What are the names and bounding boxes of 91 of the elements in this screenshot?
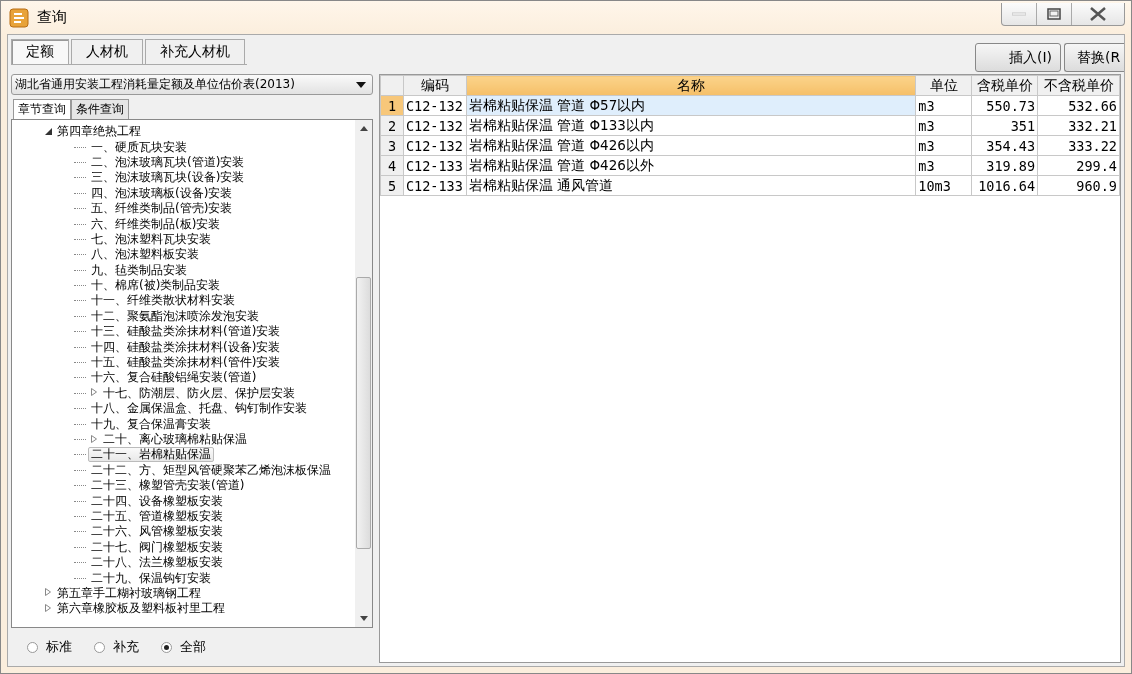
scrollbar[interactable] [355,120,372,627]
tree-item[interactable]: 一、硬质瓦块安装 [88,139,190,155]
tree-item[interactable]: 二十七、阀门橡塑板安装 [88,539,226,555]
table-cell: 332.21 [1037,115,1120,136]
table-cell: 10m3 [915,175,972,196]
scroll-down-icon[interactable] [359,616,368,621]
table-cell: 岩棉粘贴保温 管道 Φ426以内 [466,135,916,156]
tab[interactable]: 人材机 [71,39,143,64]
tree-item[interactable]: 三、泡沫玻璃瓦块(设备)安装 [88,170,248,186]
tree-item[interactable]: 五、纤维类制品(管壳)安装 [88,201,236,217]
table-cell: m3 [915,155,972,176]
maximize-icon [1047,8,1061,20]
insert-button[interactable]: 插入(I) [975,43,1061,72]
tree-item[interactable]: 八、泡沫塑料板安装 [88,247,202,263]
table-cell: 1016.64 [971,175,1038,196]
tree-item[interactable]: 二十六、风管橡塑板安装 [88,524,226,540]
column-header[interactable]: 编码 [403,75,467,96]
table-cell: m3 [915,95,972,116]
column-header[interactable]: 单位 [915,75,972,96]
column-header[interactable]: 名称 [466,75,916,96]
table-cell: 319.89 [971,155,1038,176]
library-value: 湖北省通用安装工程消耗量定额及单位估价表(2013) [15,76,296,93]
table-cell: C12-133 [403,175,467,196]
table-cell: 299.4 [1037,155,1120,176]
window-title: 查询 [37,8,67,27]
tree-item[interactable]: 十六、复合硅酸铝绳安装(管道) [88,370,260,386]
tree-item[interactable]: 七、泡沫塑料瓦块安装 [88,231,214,247]
tree-item[interactable]: 二、泡沫玻璃瓦块(管道)安装 [88,154,248,170]
tree-item[interactable]: 十七、防潮层、防火层、保护层安装 [100,385,298,401]
tree-item[interactable]: 十四、硅酸盐类涂抹材料(设备)安装 [88,339,284,355]
table-cell: 岩棉粘贴保温 管道 Φ426以外 [466,155,916,176]
replace-button[interactable]: 替换(R [1064,43,1124,72]
tab[interactable]: 定额 [11,39,69,64]
tree-item[interactable]: 二十五、管道橡塑板安装 [88,508,226,524]
table-cell: C12-132 [403,135,467,156]
expand-icon[interactable] [42,603,54,614]
tree-item[interactable]: 二十三、橡塑管壳安装(管道) [88,478,248,494]
tree-item[interactable]: 二十、离心玻璃棉粘贴保温 [100,432,250,447]
table-cell: 960.9 [1037,175,1120,196]
tree-item[interactable]: 九、毡类制品安装 [88,262,190,278]
tree-item[interactable]: 十三、硅酸盐类涂抹材料(管道)安装 [88,324,284,340]
tree-item[interactable]: 十一、纤维类散状材料安装 [88,293,238,309]
tab[interactable]: 条件查询 [71,99,129,119]
column-header[interactable]: 含税单价 [971,75,1038,96]
tree-item[interactable]: 第四章绝热工程 [54,124,144,140]
tab[interactable]: 章节查询 [13,99,71,119]
table-cell: 354.43 [971,135,1038,156]
library-dropdown[interactable]: 湖北省通用安装工程消耗量定额及单位估价表(2013) [11,74,373,95]
tree-item[interactable]: 二十九、保温钩钉安装 [88,570,214,586]
row-number[interactable]: 2 [380,115,404,136]
table-cell: C12-132 [403,115,467,136]
radio-option[interactable]: 全部 [161,638,206,656]
tree-item[interactable]: 二十四、设备橡塑板安装 [88,493,226,509]
expand-icon[interactable] [88,388,100,399]
tree-item[interactable]: 十二、聚氨酯泡沫喷涂发泡安装 [88,308,262,324]
table-cell: 岩棉粘贴保温 管道 Φ133以内 [466,115,916,136]
tree-item[interactable]: 四、泡沫玻璃板(设备)安装 [88,185,236,201]
table-cell: m3 [915,135,972,156]
tree-item[interactable]: 第五章手工糊衬玻璃钢工程 [54,585,204,601]
table-cell: 岩棉粘贴保温 管道 Φ57以内 [466,95,916,116]
table-cell: C12-133 [403,155,467,176]
row-number[interactable]: 5 [380,175,404,196]
table-cell: C12-132 [403,95,467,116]
expand-icon[interactable] [42,588,54,599]
radio-option[interactable]: 标准 [27,638,72,656]
table-cell: 550.73 [971,95,1038,116]
tree-item[interactable]: 十九、复合保温膏安装 [88,416,214,432]
tree-item[interactable]: 二十二、方、矩型风管硬聚苯乙烯泡沫板保温 [88,462,334,478]
radio-option[interactable]: 补充 [94,638,139,656]
scroll-up-icon[interactable] [359,126,368,131]
tree-item[interactable]: 第六章橡胶板及塑料板衬里工程 [54,601,228,617]
table-cell: 532.66 [1037,95,1120,116]
row-number[interactable]: 3 [380,135,404,156]
row-number[interactable]: 4 [380,155,404,176]
close-icon [1089,7,1107,21]
table-cell: m3 [915,115,972,136]
tree-item[interactable]: 二十一、岩棉粘贴保温 [88,447,214,463]
tree-item[interactable]: 十五、硅酸盐类涂抹材料(管件)安装 [88,355,284,371]
row-number[interactable]: 1 [380,95,404,116]
tab[interactable]: 补充人材机 [145,39,245,64]
tree-item[interactable]: 六、纤维类制品(板)安装 [88,216,224,232]
expand-icon[interactable] [88,434,100,445]
table-cell: 333.22 [1037,135,1120,156]
dropdown-arrow-icon [356,81,366,88]
table-cell: 351 [971,115,1038,136]
tree-item[interactable]: 二十八、法兰橡塑板安装 [88,555,226,571]
column-header[interactable]: 不含税单价 [1037,75,1120,96]
tree-item[interactable]: 十八、金属保温盒、托盘、钩钉制作安装 [88,401,310,417]
app-icon [9,7,29,28]
tree-item[interactable]: 十、棉席(被)类制品安装 [88,278,224,294]
table-cell: 岩棉粘贴保温 通风管道 [466,175,916,196]
